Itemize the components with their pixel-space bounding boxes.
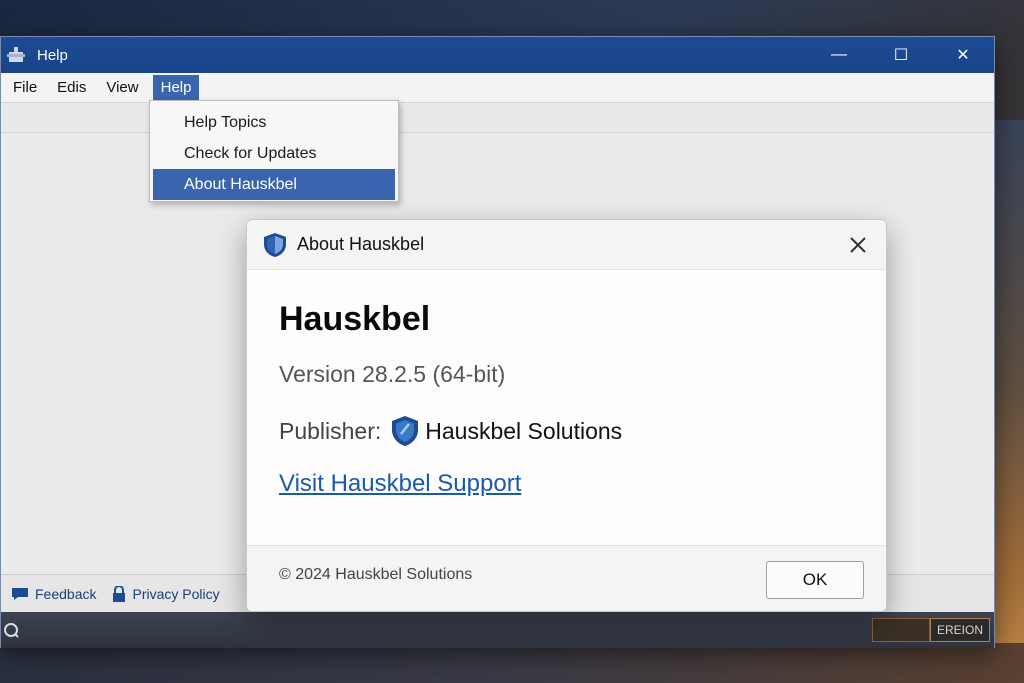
- maximize-button[interactable]: ☐: [870, 37, 932, 73]
- version-text: Version 28.2.5 (64-bit): [279, 361, 506, 387]
- app-icon: [5, 44, 27, 66]
- window-title: Help: [37, 46, 68, 64]
- menu-bar: File Edis View Help: [1, 73, 994, 103]
- publisher-name: Hauskbel Solutions: [425, 417, 623, 444]
- menu-file[interactable]: File: [5, 75, 45, 100]
- badge-frame: [872, 618, 930, 642]
- refresh-icon[interactable]: [3, 622, 19, 638]
- menu-view[interactable]: View: [98, 75, 146, 100]
- feedback-icon: [12, 587, 28, 600]
- dialog-footer: © 2024 Hauskbel Solutions OK: [247, 545, 886, 611]
- publisher-shield-icon: [392, 416, 419, 446]
- help-dropdown-menu: Help Topics Check for Updates About Haus…: [149, 100, 399, 202]
- feedback-link[interactable]: Feedback: [11, 586, 96, 602]
- ereion-badge: EREION: [930, 618, 990, 642]
- minimize-button[interactable]: —: [808, 37, 870, 73]
- visit-support-link[interactable]: Visit Hauskbel Support: [279, 470, 886, 498]
- menu-item-about[interactable]: About Hauskbel: [153, 169, 395, 200]
- ok-button[interactable]: OK: [766, 561, 864, 599]
- dialog-close-button[interactable]: [844, 231, 872, 259]
- privacy-policy-link[interactable]: Privacy Policy: [112, 585, 220, 602]
- bottom-taskbar: EREION: [1, 612, 994, 648]
- privacy-policy-label: Privacy Policy: [132, 585, 220, 602]
- menu-item-check-updates[interactable]: Check for Updates: [150, 138, 398, 169]
- feedback-label: Feedback: [35, 585, 97, 602]
- menu-help[interactable]: Help: [152, 75, 200, 100]
- dialog-title: About Hauskbel: [297, 234, 425, 254]
- dialog-title-bar: About Hauskbel: [247, 220, 886, 270]
- copyright-text: © 2024 Hauskbel Solutions: [279, 566, 473, 583]
- close-icon: [850, 237, 866, 253]
- publisher-label: Publisher:: [279, 417, 382, 444]
- background-bottom: [0, 643, 1024, 683]
- publisher-row: Publisher: Hauskbel Solutions: [279, 414, 886, 448]
- close-button[interactable]: ✕: [932, 37, 994, 73]
- title-bar: Help — ☐ ✕: [1, 37, 994, 73]
- menu-item-help-topics[interactable]: Help Topics: [150, 107, 398, 138]
- app-name: Hauskbel: [279, 300, 431, 338]
- menu-edit[interactable]: Edis: [49, 75, 94, 100]
- lock-icon: [113, 585, 126, 602]
- about-dialog: About Hauskbel Hauskbel Version 28.2.5 (…: [246, 219, 887, 612]
- shield-icon: [264, 232, 286, 257]
